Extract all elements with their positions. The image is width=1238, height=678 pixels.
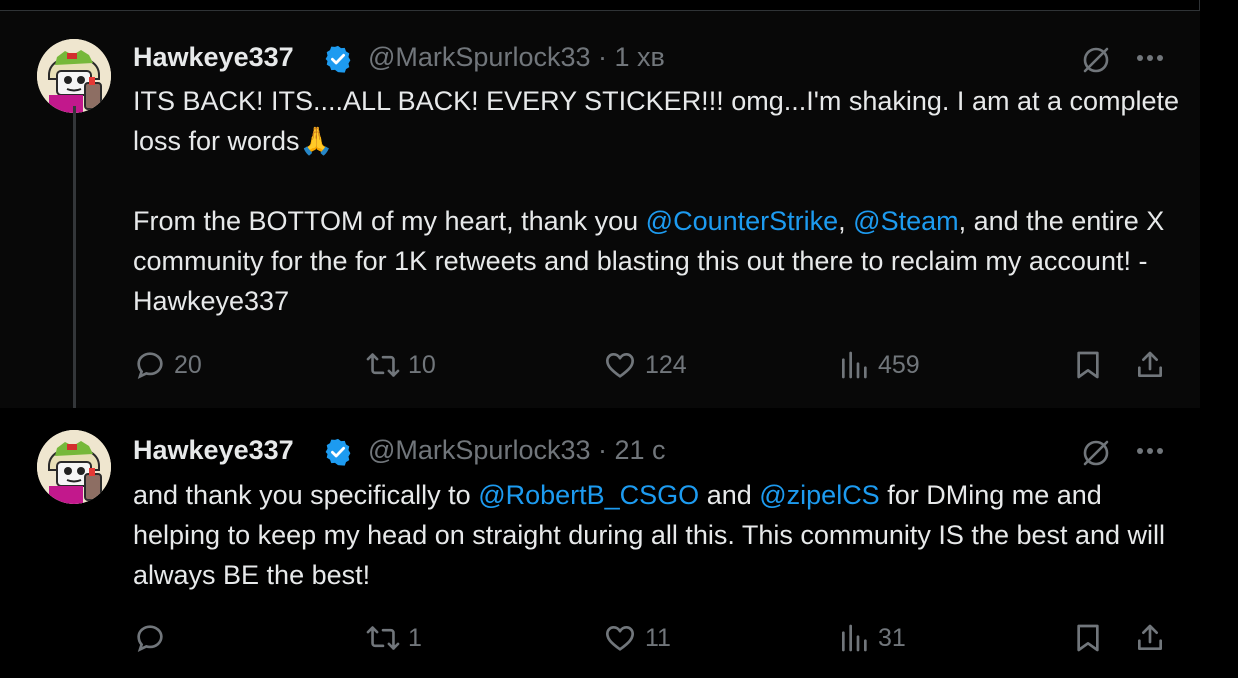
views-chart-icon [842, 351, 867, 379]
avatar[interactable] [37, 39, 111, 113]
like-heart-icon [606, 353, 634, 378]
like-button[interactable]: 11 [603, 622, 671, 654]
retweet-icon [366, 353, 400, 377]
views-count: 31 [878, 623, 906, 652]
verified-badge-icon [325, 45, 351, 73]
avatar[interactable] [37, 430, 111, 504]
mention-zipelcs[interactable]: @zipelCS [759, 480, 879, 510]
views-button[interactable]: 459 [838, 349, 920, 381]
bookmark-icon[interactable] [1072, 622, 1104, 654]
like-count: 11 [645, 623, 671, 652]
views-count: 459 [878, 350, 920, 379]
mention-counterstrike[interactable]: @CounterStrike [646, 206, 838, 236]
bookmark-icon[interactable] [1072, 349, 1104, 381]
thread-connector-line [73, 106, 76, 422]
retweet-count: 10 [408, 350, 436, 379]
like-count: 124 [645, 350, 687, 379]
more-dots-icon[interactable] [1135, 51, 1165, 65]
grok-icon[interactable] [1080, 437, 1112, 469]
tweet-paragraph-2: From the BOTTOM of my heart, thank you @… [133, 201, 1183, 321]
author-name[interactable]: Hawkeye337 [133, 42, 294, 73]
tweet-paragraph: and thank you specifically to @RobertB_C… [133, 475, 1183, 595]
avatar-image [37, 39, 111, 113]
more-dots-icon[interactable] [1135, 444, 1165, 458]
retweet-count: 1 [408, 623, 422, 652]
text-segment: , [838, 206, 854, 236]
views-button[interactable]: 31 [838, 622, 906, 654]
grok-icon[interactable] [1080, 44, 1112, 76]
like-heart-icon [606, 626, 634, 651]
reply-button[interactable] [134, 622, 166, 654]
tweet-paragraph-1: ITS BACK! ITS....ALL BACK! EVERY STICKER… [133, 86, 1180, 156]
retweet-button[interactable]: 1 [366, 622, 422, 654]
mention-steam[interactable]: @Steam [853, 206, 958, 236]
text-segment: From the BOTTOM of my heart, thank you [133, 206, 646, 236]
author-name[interactable]: Hawkeye337 [133, 435, 294, 466]
tweet-1[interactable]: Hawkeye337 @MarkSpurlock33 · 1 хв ITS BA… [0, 11, 1200, 408]
tweet-text: ITS BACK! ITS....ALL BACK! EVERY STICKER… [133, 81, 1183, 321]
author-handle-time[interactable]: @MarkSpurlock33 · 1 хв [368, 42, 665, 73]
reply-icon [137, 352, 163, 380]
like-button[interactable]: 124 [603, 349, 687, 381]
mention-robertb-csgo[interactable]: @RobertB_CSGO [478, 480, 699, 510]
retweet-button[interactable]: 10 [366, 349, 436, 381]
share-icon[interactable] [1133, 622, 1167, 654]
retweet-icon [366, 626, 400, 650]
reply-count: 20 [174, 350, 202, 379]
text-segment: and thank you specifically to [133, 480, 479, 510]
views-chart-icon [842, 624, 867, 652]
reply-icon [137, 625, 163, 653]
tweet-text: and thank you specifically to @RobertB_C… [133, 475, 1183, 595]
verified-badge-icon [325, 438, 351, 466]
share-icon[interactable] [1133, 349, 1167, 381]
avatar-image [37, 430, 111, 504]
reply-button[interactable]: 20 [134, 349, 202, 381]
text-segment: and [699, 480, 760, 510]
tweet-2[interactable]: Hawkeye337 @MarkSpurlock33 · 21 с and th… [0, 408, 1200, 678]
author-handle-time[interactable]: @MarkSpurlock33 · 21 с [368, 435, 666, 466]
